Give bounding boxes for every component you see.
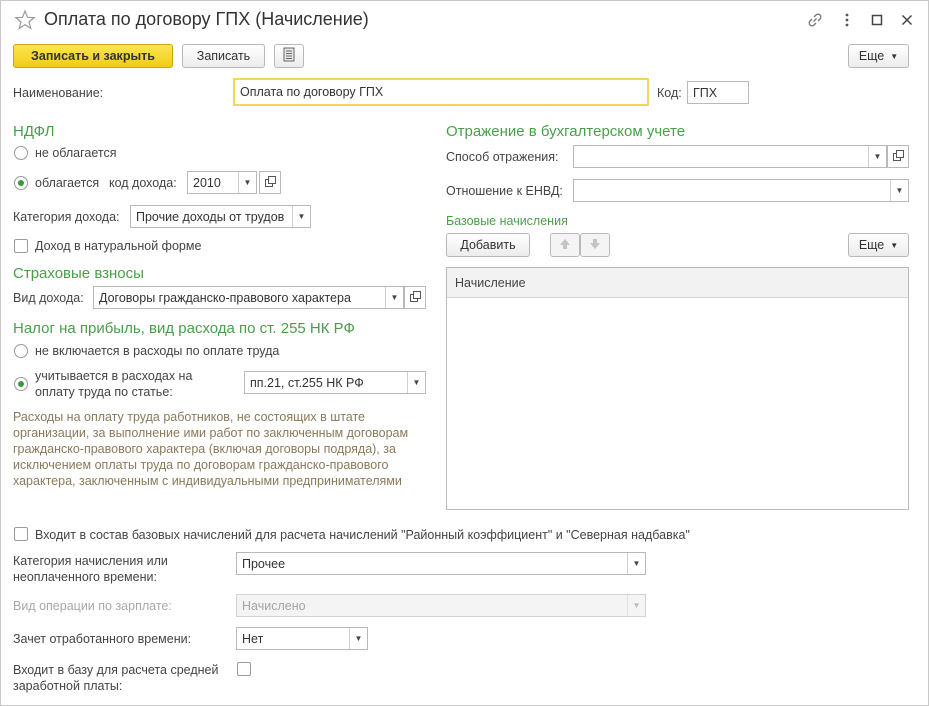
regional-coefficient-label: Входит в состав базовых начислений для р… bbox=[35, 528, 690, 542]
add-button[interactable]: Добавить bbox=[446, 233, 530, 257]
chevron-down-icon[interactable]: ▼ bbox=[349, 628, 367, 649]
table-header: Начисление bbox=[447, 268, 908, 298]
chevron-down-icon[interactable]: ▼ bbox=[292, 206, 310, 227]
envd-label: Отношение к ЕНВД: bbox=[446, 184, 563, 198]
envd-select[interactable]: ▼ bbox=[573, 179, 909, 202]
chevron-down-icon: ▼ bbox=[890, 240, 899, 250]
taxed-label: облагается bbox=[35, 176, 100, 190]
link-icon[interactable] bbox=[805, 10, 825, 30]
arrow-up-icon bbox=[559, 238, 571, 253]
more-vertical-icon[interactable] bbox=[837, 10, 857, 30]
time-credit-value: Нет bbox=[242, 631, 264, 646]
ndfl-header: НДФЛ bbox=[13, 123, 55, 140]
open-icon bbox=[264, 175, 276, 190]
maximize-icon[interactable] bbox=[867, 10, 887, 30]
income-category-value: Прочие доходы от трудов bbox=[136, 209, 285, 224]
profit-tax-header: Налог на прибыль, вид расхода по ст. 255… bbox=[13, 320, 355, 337]
regional-coefficient-checkbox[interactable] bbox=[14, 527, 28, 541]
table-more-label: Еще bbox=[858, 238, 885, 252]
income-category-select[interactable]: Прочие доходы от трудов ▼ bbox=[130, 205, 311, 228]
column-accrual[interactable]: Начисление bbox=[455, 276, 526, 290]
close-icon[interactable] bbox=[897, 10, 917, 30]
chevron-down-icon[interactable]: ▼ bbox=[238, 172, 256, 193]
insurance-header: Страховые взносы bbox=[13, 265, 144, 282]
natural-form-label: Доход в натуральной форме bbox=[35, 239, 202, 253]
included-label-line2: оплату труда по статье: bbox=[35, 385, 173, 399]
method-select[interactable]: ▼ bbox=[573, 145, 887, 168]
move-down-button[interactable] bbox=[580, 233, 610, 257]
chevron-down-icon: ▼ bbox=[627, 595, 645, 616]
article-select[interactable]: пп.21, ст.255 НК РФ ▼ bbox=[244, 371, 426, 394]
income-category-label: Категория дохода: bbox=[13, 210, 120, 224]
income-type-value: Договоры гражданско-правового характера bbox=[99, 290, 351, 305]
open-income-code-button[interactable] bbox=[259, 171, 281, 194]
operation-value: Начислено bbox=[242, 598, 306, 613]
method-label: Способ отражения: bbox=[446, 150, 559, 164]
income-code-value: 2010 bbox=[193, 175, 221, 190]
operation-label: Вид операции по зарплате: bbox=[13, 599, 172, 613]
move-up-button[interactable] bbox=[550, 233, 580, 257]
included-label-line1: учитывается в расходах на bbox=[35, 369, 193, 383]
time-credit-label: Зачет отработанного времени: bbox=[13, 632, 192, 646]
open-icon bbox=[892, 149, 904, 164]
avg-base-label-line2: заработной платы: bbox=[13, 679, 123, 693]
more-button[interactable]: Еще ▼ bbox=[848, 44, 909, 68]
income-type-select[interactable]: Договоры гражданско-правового характера … bbox=[93, 286, 404, 309]
chevron-down-icon[interactable]: ▼ bbox=[890, 180, 908, 201]
time-credit-select[interactable]: Нет ▼ bbox=[236, 627, 368, 650]
avg-base-checkbox[interactable] bbox=[237, 662, 251, 676]
included-radio[interactable] bbox=[14, 377, 28, 391]
code-input[interactable]: ГПХ bbox=[687, 81, 749, 104]
excluded-label: не включается в расходы по оплате труда bbox=[35, 344, 280, 358]
table-more-button[interactable]: Еще ▼ bbox=[848, 233, 909, 257]
accounting-header: Отражение в бухгалтерском учете bbox=[446, 123, 686, 140]
name-input[interactable]: Оплата по договору ГПХ bbox=[233, 78, 649, 106]
report-button[interactable] bbox=[274, 44, 304, 68]
chevron-down-icon[interactable]: ▼ bbox=[627, 553, 645, 574]
excluded-radio[interactable] bbox=[14, 344, 28, 358]
base-accruals-header: Базовые начисления bbox=[446, 214, 568, 228]
category-label-line1: Категория начисления или bbox=[13, 554, 168, 568]
not-taxed-radio[interactable] bbox=[14, 146, 28, 160]
open-icon bbox=[409, 290, 421, 305]
base-accruals-table[interactable]: Начисление bbox=[446, 267, 909, 510]
natural-form-checkbox[interactable] bbox=[14, 239, 28, 253]
chevron-down-icon[interactable]: ▼ bbox=[868, 146, 886, 167]
arrow-down-icon bbox=[589, 238, 601, 253]
income-code-select[interactable]: 2010 ▼ bbox=[187, 171, 257, 194]
expense-note: Расходы на оплату труда работников, не с… bbox=[13, 410, 409, 488]
chevron-down-icon[interactable]: ▼ bbox=[385, 287, 403, 308]
window-title: Оплата по договору ГПХ (Начисление) bbox=[44, 9, 369, 29]
open-method-button[interactable] bbox=[887, 145, 909, 168]
taxed-radio[interactable] bbox=[14, 176, 28, 190]
star-icon[interactable] bbox=[14, 9, 36, 31]
category-select[interactable]: Прочее ▼ bbox=[236, 552, 646, 575]
not-taxed-label: не облагается bbox=[35, 146, 117, 160]
category-value: Прочее bbox=[242, 556, 286, 571]
article-value: пп.21, ст.255 НК РФ bbox=[250, 375, 364, 390]
save-and-close-button[interactable]: Записать и закрыть bbox=[13, 44, 173, 68]
save-button[interactable]: Записать bbox=[182, 44, 265, 68]
category-label-line2: неоплаченного времени: bbox=[13, 570, 157, 584]
operation-select: Начислено ▼ bbox=[236, 594, 646, 617]
more-label: Еще bbox=[858, 49, 885, 63]
income-code-label: код дохода: bbox=[109, 176, 177, 190]
report-icon bbox=[283, 47, 295, 65]
chevron-down-icon[interactable]: ▼ bbox=[407, 372, 425, 393]
open-income-type-button[interactable] bbox=[404, 286, 426, 309]
chevron-down-icon: ▼ bbox=[890, 51, 899, 61]
avg-base-label-line1: Входит в базу для расчета средней bbox=[13, 663, 219, 677]
income-type-label: Вид дохода: bbox=[13, 291, 84, 305]
code-label: Код: bbox=[657, 86, 682, 100]
name-label: Наименование: bbox=[13, 86, 104, 100]
